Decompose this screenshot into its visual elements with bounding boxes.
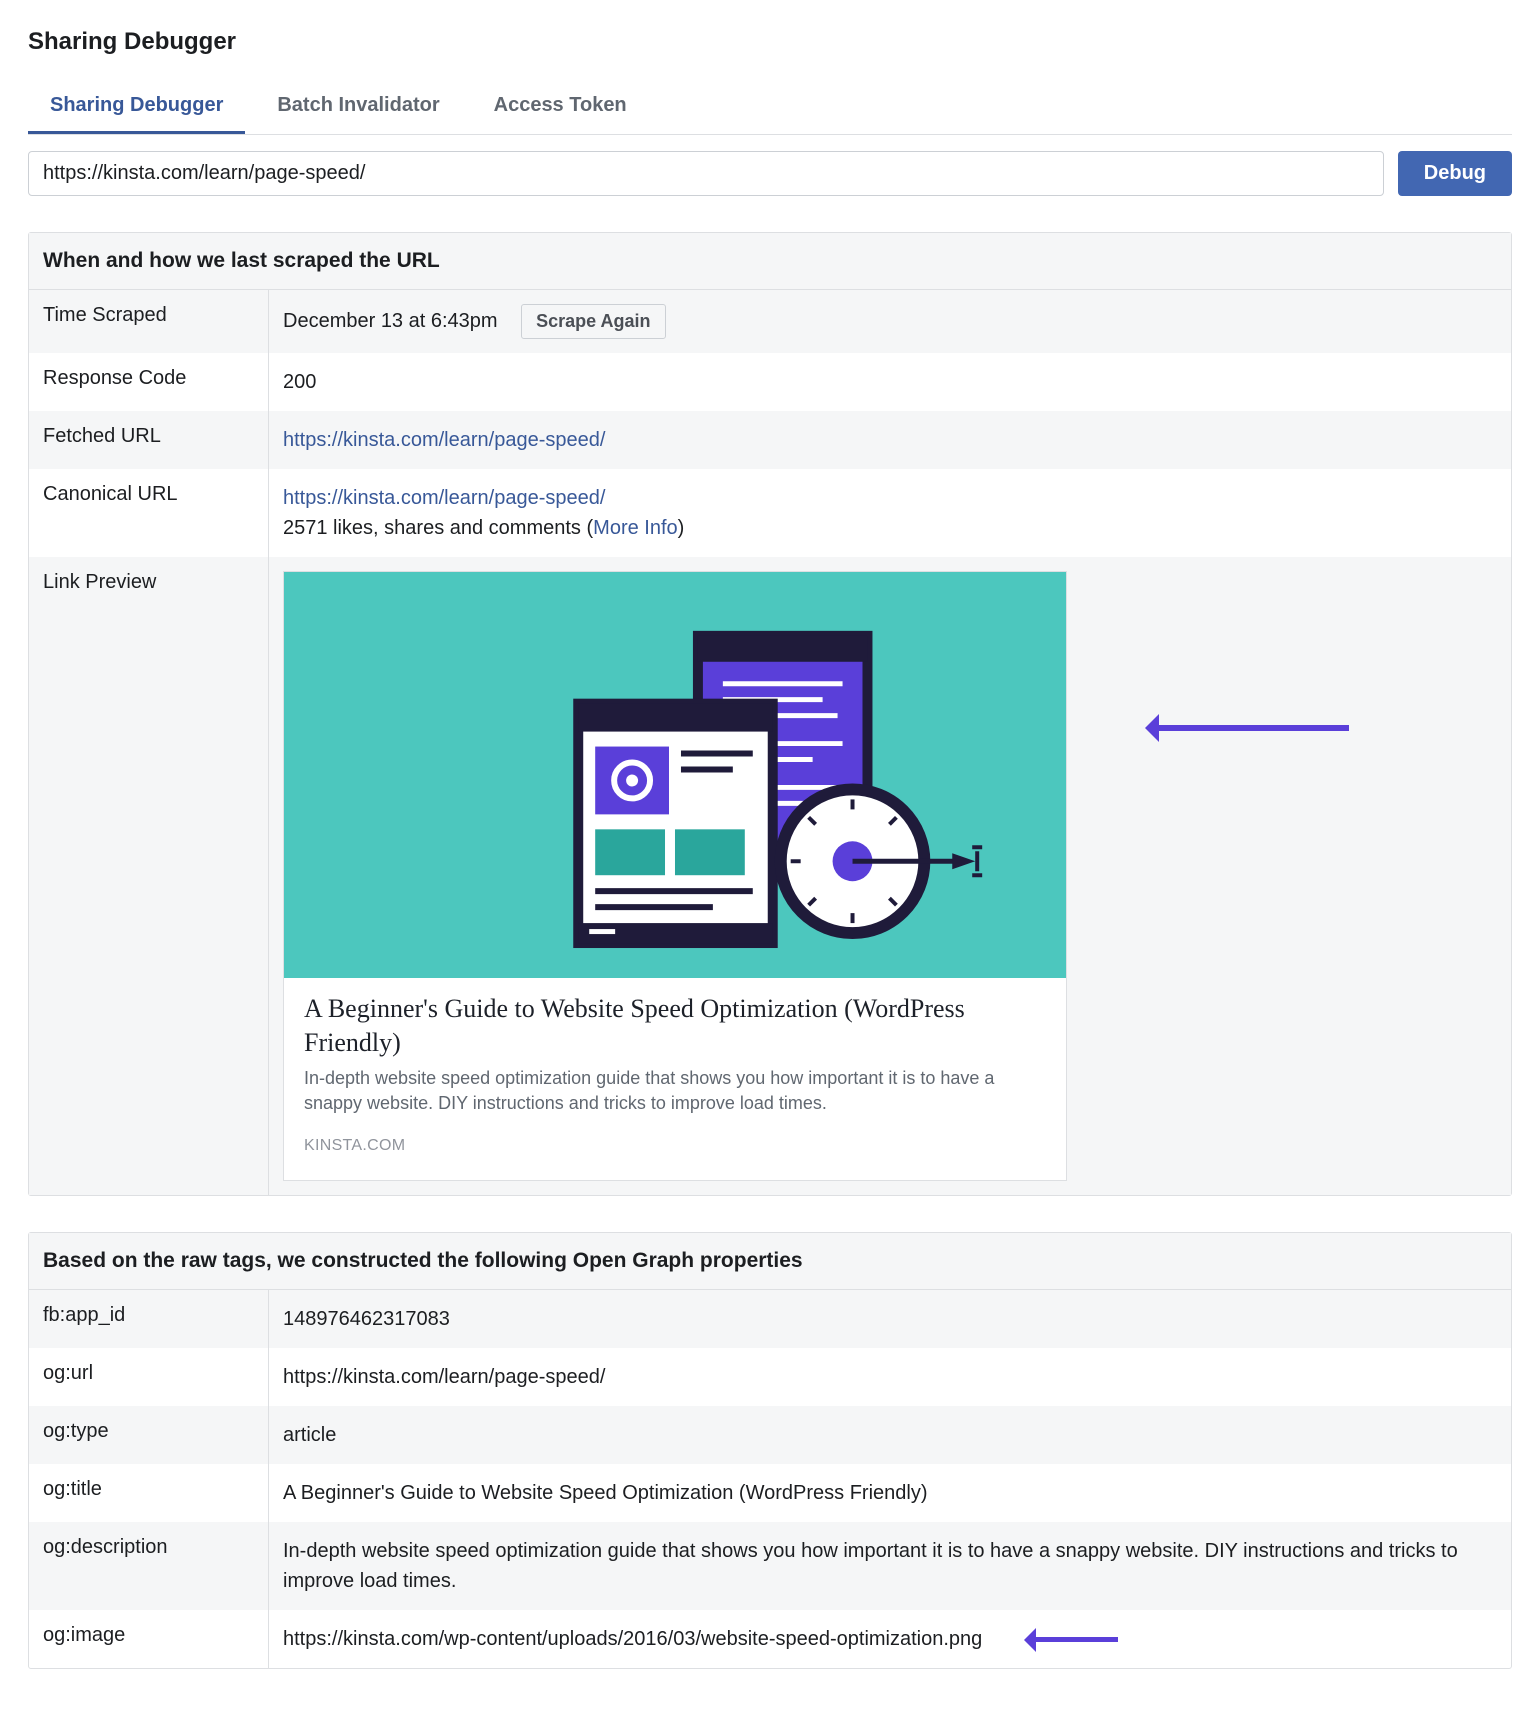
og-row-value: https://kinsta.com/learn/page-speed/	[269, 1348, 1511, 1406]
scrape-info-header: When and how we last scraped the URL	[29, 233, 1511, 290]
annotation-arrow-icon	[1028, 1637, 1118, 1642]
time-scraped-value: December 13 at 6:43pm Scrape Again	[269, 290, 1511, 353]
link-preview-card[interactable]: A Beginner's Guide to Website Speed Opti…	[283, 571, 1067, 1181]
preview-domain: KINSTA.COM	[304, 1134, 1046, 1158]
tab-batch-invalidator[interactable]: Batch Invalidator	[255, 80, 461, 134]
og-row-label: og:url	[29, 1348, 269, 1406]
og-row-label: og:image	[29, 1610, 269, 1668]
url-input[interactable]	[28, 151, 1384, 196]
debug-button[interactable]: Debug	[1398, 151, 1512, 196]
og-row-value: A Beginner's Guide to Website Speed Opti…	[269, 1464, 1511, 1522]
canonical-url-link[interactable]: https://kinsta.com/learn/page-speed/	[283, 487, 605, 509]
og-properties-panel: Based on the raw tags, we constructed th…	[28, 1232, 1512, 1669]
fetched-url-label: Fetched URL	[29, 411, 269, 469]
annotation-arrow-icon	[1149, 725, 1349, 731]
canonical-meta-prefix: 2571 likes, shares and comments (	[283, 517, 593, 539]
more-info-link[interactable]: More Info	[593, 517, 677, 539]
fetched-url-value: https://kinsta.com/learn/page-speed/	[269, 411, 1511, 469]
url-input-row: Debug	[28, 151, 1512, 196]
time-scraped-label: Time Scraped	[29, 290, 269, 353]
tab-access-token[interactable]: Access Token	[472, 80, 649, 134]
og-row-label: og:title	[29, 1464, 269, 1522]
scrape-info-panel: When and how we last scraped the URL Tim…	[28, 232, 1512, 1196]
og-row-label: fb:app_id	[29, 1290, 269, 1348]
og-row-label: og:description	[29, 1522, 269, 1610]
link-preview-label: Link Preview	[29, 557, 269, 1195]
scrape-again-button[interactable]: Scrape Again	[521, 304, 665, 339]
canonical-meta-suffix: )	[678, 517, 685, 539]
response-code-value: 200	[269, 353, 1511, 411]
og-row-value: 148976462317083	[269, 1290, 1511, 1348]
page-title: Sharing Debugger	[28, 28, 1512, 56]
tabs: Sharing Debugger Batch Invalidator Acces…	[28, 80, 1512, 135]
response-code-label: Response Code	[29, 353, 269, 411]
canonical-url-label: Canonical URL	[29, 469, 269, 557]
preview-description: In-depth website speed optimization guid…	[304, 1066, 1046, 1116]
og-properties-header: Based on the raw tags, we constructed th…	[29, 1233, 1511, 1290]
tab-sharing-debugger[interactable]: Sharing Debugger	[28, 80, 245, 134]
link-preview-image	[284, 572, 1066, 978]
fetched-url-link[interactable]: https://kinsta.com/learn/page-speed/	[283, 429, 605, 451]
og-image-url: https://kinsta.com/wp-content/uploads/20…	[283, 1628, 982, 1650]
canonical-url-value: https://kinsta.com/learn/page-speed/ 257…	[269, 469, 1511, 557]
preview-title: A Beginner's Guide to Website Speed Opti…	[304, 992, 1046, 1060]
link-preview-value: A Beginner's Guide to Website Speed Opti…	[269, 557, 1511, 1195]
time-scraped-text: December 13 at 6:43pm	[283, 310, 498, 332]
og-row-value: https://kinsta.com/wp-content/uploads/20…	[269, 1610, 1511, 1668]
og-row-value: In-depth website speed optimization guid…	[269, 1522, 1511, 1610]
og-row-label: og:type	[29, 1406, 269, 1464]
og-row-value: article	[269, 1406, 1511, 1464]
